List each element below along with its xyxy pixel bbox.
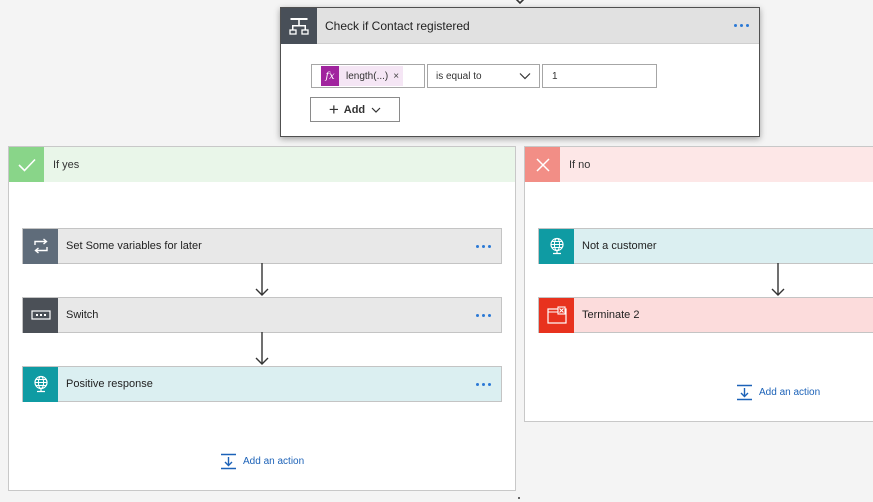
compare-value-input[interactable]: 1 xyxy=(542,64,657,88)
action-title: Set Some variables for later xyxy=(66,240,202,252)
action-title: Positive response xyxy=(66,378,153,390)
action-title: Not a customer xyxy=(582,240,657,252)
action-title: Switch xyxy=(66,309,99,321)
chevron-down-icon xyxy=(371,107,381,113)
connector-arrow-icon xyxy=(255,332,269,365)
add-action-icon xyxy=(737,384,752,401)
action-title: Terminate 2 xyxy=(582,309,640,321)
add-action-label: Add an action xyxy=(243,456,305,467)
action-set-variables[interactable]: Set Some variables for later xyxy=(22,228,502,264)
add-button-label: Add xyxy=(343,103,366,116)
terminate-icon xyxy=(539,297,574,333)
action-more-options-button[interactable] xyxy=(465,297,501,333)
action-positive-response[interactable]: Positive response xyxy=(22,366,502,402)
close-icon xyxy=(525,147,560,182)
function-icon: fx xyxy=(321,66,339,86)
action-more-options-button[interactable] xyxy=(465,228,501,264)
expression-input[interactable]: fx length(...) × xyxy=(311,64,425,88)
switch-icon xyxy=(23,297,58,333)
chevron-down-icon xyxy=(519,73,531,80)
branch-no-title: If no xyxy=(569,158,591,171)
globe-icon xyxy=(539,228,574,264)
expression-token-label: length(...) xyxy=(346,70,389,82)
action-more-options-button[interactable] xyxy=(465,366,501,402)
plus-icon: + xyxy=(328,100,339,119)
connector-arrow-icon xyxy=(255,263,269,296)
condition-card[interactable]: Check if Contact registered fx length(..… xyxy=(280,7,760,137)
action-switch[interactable]: Switch xyxy=(22,297,502,333)
operator-value: is equal to xyxy=(436,70,482,82)
branch-yes-title: If yes xyxy=(53,158,80,171)
action-not-a-customer[interactable]: Not a customer xyxy=(538,228,873,264)
branch-yes-header[interactable]: If yes xyxy=(9,147,515,182)
add-action-button-yes[interactable]: Add an action xyxy=(220,453,304,470)
globe-icon xyxy=(23,366,58,402)
condition-expression-row: fx length(...) × is equal to 1 xyxy=(311,64,657,88)
add-condition-button[interactable]: + Add xyxy=(310,97,400,122)
condition-header[interactable]: Check if Contact registered xyxy=(281,7,759,44)
operator-select[interactable]: is equal to xyxy=(427,64,540,88)
branch-no-header[interactable]: If no xyxy=(525,147,873,182)
condition-icon xyxy=(281,7,317,44)
action-terminate[interactable]: Terminate 2 xyxy=(538,297,873,333)
loop-icon xyxy=(23,228,58,264)
incoming-arrow-icon xyxy=(515,0,525,5)
condition-more-options-button[interactable] xyxy=(723,8,759,44)
add-action-button-no[interactable]: Add an action xyxy=(736,384,820,401)
canvas-dot xyxy=(518,497,520,499)
connector-arrow-icon xyxy=(771,263,785,296)
expression-token[interactable]: fx length(...) × xyxy=(321,66,404,86)
checkmark-icon xyxy=(9,147,44,182)
add-action-label: Add an action xyxy=(759,387,821,398)
branch-if-no: If no xyxy=(524,146,873,422)
add-action-icon xyxy=(221,453,236,470)
condition-title: Check if Contact registered xyxy=(325,18,470,33)
token-remove-icon[interactable]: × xyxy=(393,71,403,82)
